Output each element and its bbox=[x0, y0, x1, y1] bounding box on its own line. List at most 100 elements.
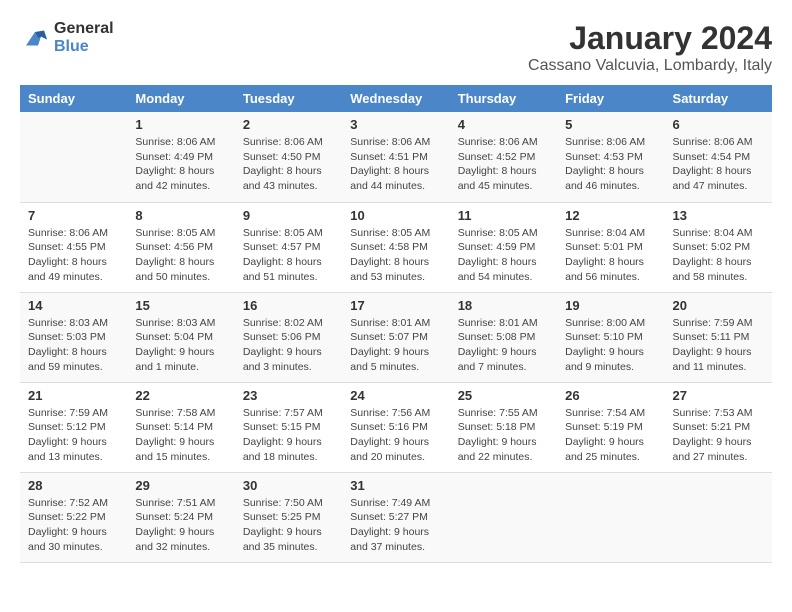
calendar-cell: 24 Sunrise: 7:56 AMSunset: 5:16 PMDayligh… bbox=[342, 382, 449, 472]
calendar-cell: 28 Sunrise: 7:52 AMSunset: 5:22 PMDayligh… bbox=[20, 472, 127, 562]
calendar-cell: 15 Sunrise: 8:03 AMSunset: 5:04 PMDayligh… bbox=[127, 292, 234, 382]
day-number: 24 bbox=[350, 388, 441, 403]
day-number: 23 bbox=[243, 388, 334, 403]
day-info: Sunrise: 8:06 AMSunset: 4:52 PMDaylight:… bbox=[458, 135, 549, 194]
calendar-cell: 6 Sunrise: 8:06 AMSunset: 4:54 PMDaylight… bbox=[665, 112, 772, 202]
calendar-cell: 31 Sunrise: 7:49 AMSunset: 5:27 PMDayligh… bbox=[342, 472, 449, 562]
day-info: Sunrise: 7:57 AMSunset: 5:15 PMDaylight:… bbox=[243, 406, 334, 465]
calendar-cell: 25 Sunrise: 7:55 AMSunset: 5:18 PMDayligh… bbox=[450, 382, 557, 472]
day-info: Sunrise: 7:56 AMSunset: 5:16 PMDaylight:… bbox=[350, 406, 441, 465]
day-info: Sunrise: 7:52 AMSunset: 5:22 PMDaylight:… bbox=[28, 496, 119, 555]
calendar-cell: 22Sunrise: 7:58 AMSunset: 5:14 PMDayligh… bbox=[127, 382, 234, 472]
day-info: Sunrise: 8:06 AMSunset: 4:50 PMDaylight:… bbox=[243, 135, 334, 194]
day-number: 28 bbox=[28, 478, 119, 493]
calendar-cell: 11 Sunrise: 8:05 AMSunset: 4:59 PMDayligh… bbox=[450, 202, 557, 292]
day-info: Sunrise: 8:06 AMSunset: 4:51 PMDaylight:… bbox=[350, 135, 441, 194]
calendar-cell: 4 Sunrise: 8:06 AMSunset: 4:52 PMDaylight… bbox=[450, 112, 557, 202]
day-number: 19 bbox=[565, 298, 656, 313]
day-info: Sunrise: 8:03 AMSunset: 5:03 PMDaylight:… bbox=[28, 316, 119, 375]
week-row-2: 7Sunrise: 8:06 AMSunset: 4:55 PMDaylight… bbox=[20, 202, 772, 292]
logo: General Blue bbox=[20, 20, 114, 56]
header: General Blue January 2024 Cassano Valcuv… bbox=[20, 20, 772, 75]
day-info: Sunrise: 8:06 AMSunset: 4:54 PMDaylight:… bbox=[673, 135, 764, 194]
day-info: Sunrise: 8:06 AMSunset: 4:55 PMDaylight:… bbox=[28, 226, 119, 285]
header-tuesday: Tuesday bbox=[235, 85, 342, 112]
day-info: Sunrise: 8:06 AMSunset: 4:49 PMDaylight:… bbox=[135, 135, 226, 194]
calendar-cell: 18 Sunrise: 8:01 AMSunset: 5:08 PMDayligh… bbox=[450, 292, 557, 382]
day-number: 13 bbox=[673, 208, 764, 223]
week-row-4: 21 Sunrise: 7:59 AMSunset: 5:12 PMDayligh… bbox=[20, 382, 772, 472]
calendar-cell bbox=[557, 472, 664, 562]
calendar-cell: 19Sunrise: 8:00 AMSunset: 5:10 PMDayligh… bbox=[557, 292, 664, 382]
day-info: Sunrise: 8:03 AMSunset: 5:04 PMDaylight:… bbox=[135, 316, 226, 375]
calendar-cell: 26Sunrise: 7:54 AMSunset: 5:19 PMDayligh… bbox=[557, 382, 664, 472]
day-info: Sunrise: 7:59 AMSunset: 5:12 PMDaylight:… bbox=[28, 406, 119, 465]
day-info: Sunrise: 7:49 AMSunset: 5:27 PMDaylight:… bbox=[350, 496, 441, 555]
day-info: Sunrise: 8:01 AMSunset: 5:08 PMDaylight:… bbox=[458, 316, 549, 375]
calendar-header-row: SundayMondayTuesdayWednesdayThursdayFrid… bbox=[20, 85, 772, 112]
calendar-cell bbox=[665, 472, 772, 562]
day-number: 29 bbox=[135, 478, 226, 493]
calendar-table: SundayMondayTuesdayWednesdayThursdayFrid… bbox=[20, 85, 772, 563]
day-number: 12 bbox=[565, 208, 656, 223]
week-row-1: 1Sunrise: 8:06 AMSunset: 4:49 PMDaylight… bbox=[20, 112, 772, 202]
week-row-5: 28 Sunrise: 7:52 AMSunset: 5:22 PMDayligh… bbox=[20, 472, 772, 562]
day-number: 9 bbox=[243, 208, 334, 223]
day-info: Sunrise: 7:51 AMSunset: 5:24 PMDaylight:… bbox=[135, 496, 226, 555]
day-number: 20 bbox=[673, 298, 764, 313]
day-number: 5 bbox=[565, 117, 656, 132]
calendar-cell: 30Sunrise: 7:50 AMSunset: 5:25 PMDayligh… bbox=[235, 472, 342, 562]
calendar-cell: 7Sunrise: 8:06 AMSunset: 4:55 PMDaylight… bbox=[20, 202, 127, 292]
day-number: 14 bbox=[28, 298, 119, 313]
calendar-cell: 5 Sunrise: 8:06 AMSunset: 4:53 PMDaylight… bbox=[557, 112, 664, 202]
calendar-cell: 23 Sunrise: 7:57 AMSunset: 5:15 PMDayligh… bbox=[235, 382, 342, 472]
day-number: 22 bbox=[135, 388, 226, 403]
day-number: 11 bbox=[458, 208, 549, 223]
calendar-cell: 3 Sunrise: 8:06 AMSunset: 4:51 PMDaylight… bbox=[342, 112, 449, 202]
day-number: 30 bbox=[243, 478, 334, 493]
calendar-cell: 1Sunrise: 8:06 AMSunset: 4:49 PMDaylight… bbox=[127, 112, 234, 202]
calendar-cell: 9Sunrise: 8:05 AMSunset: 4:57 PMDaylight… bbox=[235, 202, 342, 292]
calendar-cell: 14 Sunrise: 8:03 AMSunset: 5:03 PMDayligh… bbox=[20, 292, 127, 382]
day-number: 25 bbox=[458, 388, 549, 403]
day-number: 15 bbox=[135, 298, 226, 313]
day-info: Sunrise: 8:05 AMSunset: 4:58 PMDaylight:… bbox=[350, 226, 441, 285]
day-info: Sunrise: 8:05 AMSunset: 4:56 PMDaylight:… bbox=[135, 226, 226, 285]
calendar-cell: 2Sunrise: 8:06 AMSunset: 4:50 PMDaylight… bbox=[235, 112, 342, 202]
day-info: Sunrise: 8:05 AMSunset: 4:59 PMDaylight:… bbox=[458, 226, 549, 285]
day-info: Sunrise: 8:04 AMSunset: 5:01 PMDaylight:… bbox=[565, 226, 656, 285]
day-info: Sunrise: 8:04 AMSunset: 5:02 PMDaylight:… bbox=[673, 226, 764, 285]
day-info: Sunrise: 7:59 AMSunset: 5:11 PMDaylight:… bbox=[673, 316, 764, 375]
header-wednesday: Wednesday bbox=[342, 85, 449, 112]
header-friday: Friday bbox=[557, 85, 664, 112]
calendar-cell: 29 Sunrise: 7:51 AMSunset: 5:24 PMDayligh… bbox=[127, 472, 234, 562]
page-title: January 2024 bbox=[528, 20, 772, 57]
day-number: 6 bbox=[673, 117, 764, 132]
day-number: 16 bbox=[243, 298, 334, 313]
day-number: 8 bbox=[135, 208, 226, 223]
day-info: Sunrise: 8:06 AMSunset: 4:53 PMDaylight:… bbox=[565, 135, 656, 194]
calendar-cell bbox=[450, 472, 557, 562]
day-number: 27 bbox=[673, 388, 764, 403]
calendar-cell bbox=[20, 112, 127, 202]
day-number: 31 bbox=[350, 478, 441, 493]
day-number: 17 bbox=[350, 298, 441, 313]
calendar-cell: 8 Sunrise: 8:05 AMSunset: 4:56 PMDaylight… bbox=[127, 202, 234, 292]
header-monday: Monday bbox=[127, 85, 234, 112]
day-number: 21 bbox=[28, 388, 119, 403]
header-sunday: Sunday bbox=[20, 85, 127, 112]
calendar-cell: 16Sunrise: 8:02 AMSunset: 5:06 PMDayligh… bbox=[235, 292, 342, 382]
calendar-cell: 21 Sunrise: 7:59 AMSunset: 5:12 PMDayligh… bbox=[20, 382, 127, 472]
day-number: 3 bbox=[350, 117, 441, 132]
week-row-3: 14 Sunrise: 8:03 AMSunset: 5:03 PMDayligh… bbox=[20, 292, 772, 382]
day-info: Sunrise: 7:55 AMSunset: 5:18 PMDaylight:… bbox=[458, 406, 549, 465]
day-number: 18 bbox=[458, 298, 549, 313]
day-info: Sunrise: 7:53 AMSunset: 5:21 PMDaylight:… bbox=[673, 406, 764, 465]
calendar-cell: 27 Sunrise: 7:53 AMSunset: 5:21 PMDayligh… bbox=[665, 382, 772, 472]
day-number: 4 bbox=[458, 117, 549, 132]
day-number: 10 bbox=[350, 208, 441, 223]
header-thursday: Thursday bbox=[450, 85, 557, 112]
calendar-cell: 13 Sunrise: 8:04 AMSunset: 5:02 PMDayligh… bbox=[665, 202, 772, 292]
calendar-cell: 17 Sunrise: 8:01 AMSunset: 5:07 PMDayligh… bbox=[342, 292, 449, 382]
day-info: Sunrise: 8:01 AMSunset: 5:07 PMDaylight:… bbox=[350, 316, 441, 375]
